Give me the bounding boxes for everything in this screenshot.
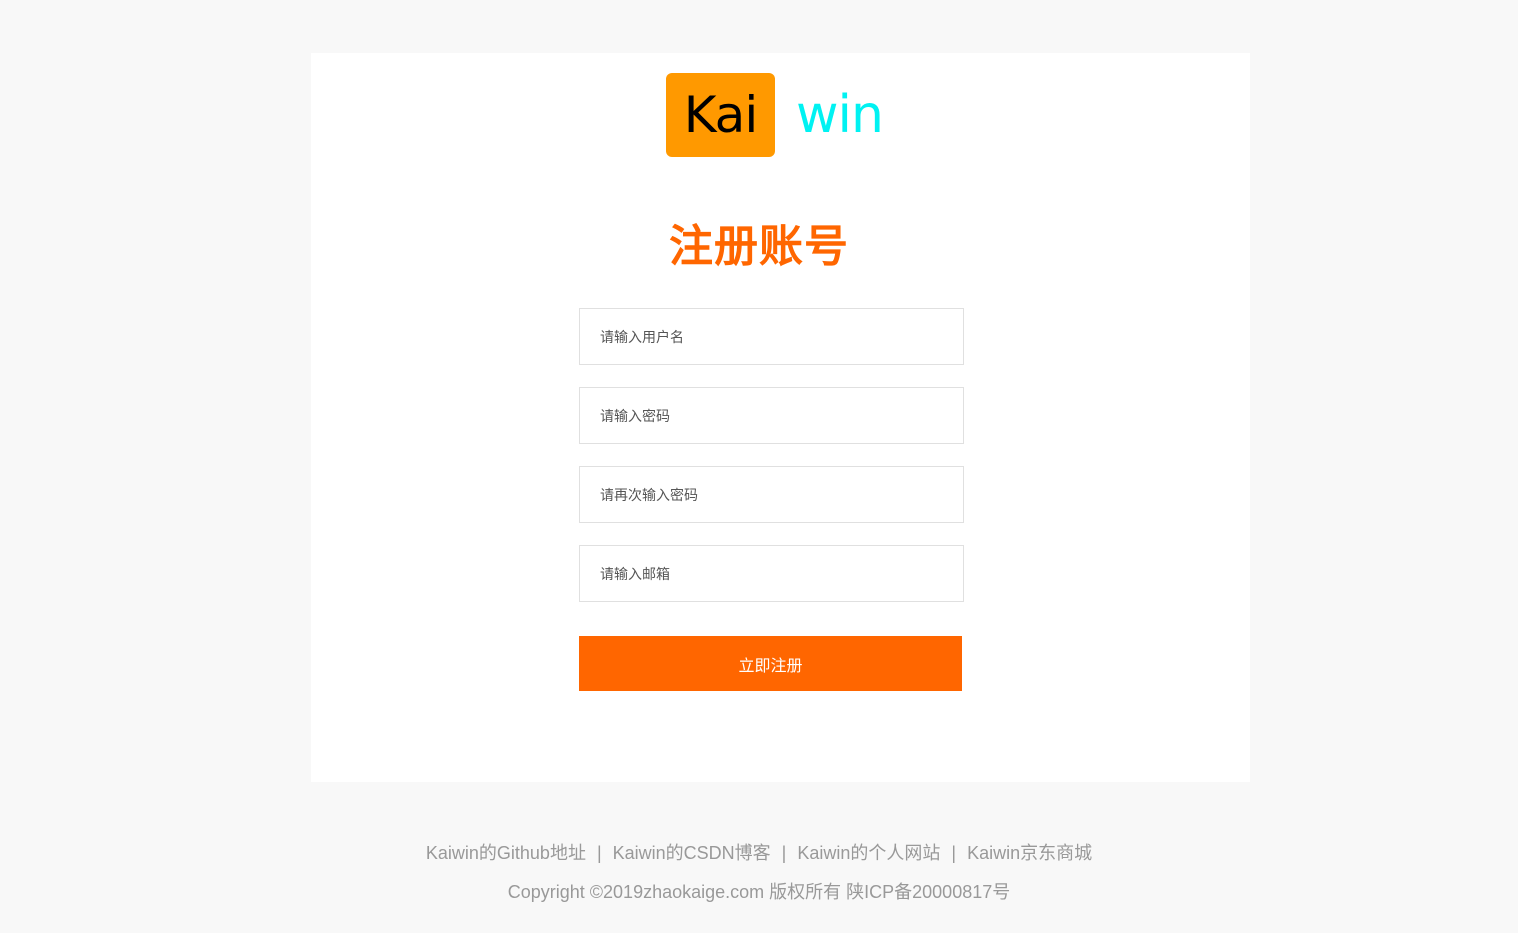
page-title: 注册账号 [669, 222, 849, 271]
logo-kai-box: Kai [666, 73, 775, 157]
footer-link-jd-mall[interactable]: Kaiwin京东商城 [967, 843, 1092, 863]
confirm-password-input[interactable] [579, 466, 964, 523]
footer-separator: | [596, 843, 602, 863]
footer-separator: | [781, 843, 787, 863]
register-button[interactable]: 立即注册 [579, 636, 962, 691]
kaiwin-logo[interactable]: Kai win [666, 73, 884, 157]
footer-link-csdn[interactable]: Kaiwin的CSDN博客 [613, 843, 771, 863]
footer-link-personal-site[interactable]: Kaiwin的个人网站 [797, 843, 940, 863]
username-input[interactable] [579, 308, 964, 365]
logo-win-text: win [796, 85, 884, 145]
copyright-text: Copyright ©2019zhaokaige.com 版权所有 陕ICP备2… [507, 882, 1011, 902]
footer-separator: | [951, 843, 957, 863]
footer-links: Kaiwin的Github地址 | Kaiwin的CSDN博客 | Kaiwin的个人网… [0, 839, 1518, 865]
password-input[interactable] [579, 387, 964, 444]
footer-link-github[interactable]: Kaiwin的Github地址 [426, 843, 586, 863]
email-input[interactable] [579, 545, 964, 602]
